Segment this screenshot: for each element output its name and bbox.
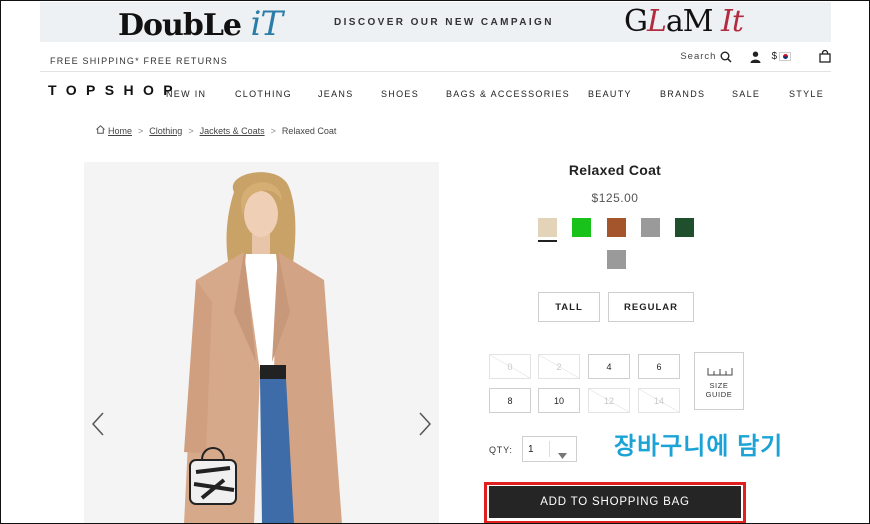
- size-option[interactable]: 8: [489, 388, 531, 413]
- size-option[interactable]: 0: [489, 354, 531, 379]
- topshop-logo[interactable]: TOPSHOP: [48, 82, 182, 98]
- nav-shoes[interactable]: SHOES: [381, 89, 419, 99]
- ruler-icon: [707, 368, 733, 376]
- color-swatch-grey-2[interactable]: [607, 250, 626, 269]
- nav-jeans[interactable]: JEANS: [318, 89, 354, 99]
- breadcrumb-separator: >: [188, 125, 194, 136]
- double-it-logo-text: DoubLe: [118, 8, 251, 43]
- home-icon[interactable]: [96, 125, 105, 136]
- color-swatch-camel[interactable]: [538, 218, 557, 237]
- glam-it-logo-it: It: [721, 4, 744, 39]
- utility-actions: Search $: [680, 50, 831, 63]
- product-photo: [84, 162, 439, 524]
- color-swatch-dark-green[interactable]: [675, 218, 694, 237]
- account-icon[interactable]: [750, 51, 761, 63]
- korea-flag-icon[interactable]: [779, 52, 791, 61]
- size-option[interactable]: 4: [588, 354, 630, 379]
- nav-style[interactable]: STYLE: [789, 89, 824, 99]
- product-title: Relaxed Coat: [568, 162, 662, 178]
- glam-it-logo-m: M: [682, 4, 722, 39]
- fit-regular-button[interactable]: REGULAR: [608, 292, 694, 322]
- qty-select[interactable]: 1: [522, 436, 577, 462]
- size-guide-line-2: GUIDE: [705, 390, 733, 399]
- search-label[interactable]: Search: [680, 51, 716, 62]
- qty-divider: [549, 441, 550, 457]
- size-guide-line-1: SIZE: [709, 381, 729, 390]
- glam-it-logo-a: a: [665, 4, 684, 39]
- color-swatch-rust[interactable]: [607, 218, 626, 237]
- color-swatch-green[interactable]: [572, 218, 591, 237]
- size-option[interactable]: 2: [538, 354, 580, 379]
- glam-it-logo-g: G: [624, 4, 648, 39]
- shipping-message[interactable]: FREE SHIPPING* FREE RETURNS: [50, 56, 228, 66]
- size-guide-label: SIZE GUIDE: [695, 381, 743, 399]
- glam-it-logo[interactable]: GLaM It: [624, 4, 744, 39]
- size-guide-button[interactable]: SIZE GUIDE: [694, 352, 744, 410]
- breadcrumb-home[interactable]: Home: [108, 126, 132, 136]
- campaign-link[interactable]: DISCOVER OUR NEW CAMPAIGN: [334, 17, 554, 28]
- product-price: $125.00: [591, 191, 639, 205]
- annotation-label: 장바구니에 담기: [614, 433, 784, 460]
- qty-value: 1: [528, 444, 534, 455]
- color-swatch-grey[interactable]: [641, 218, 660, 237]
- nav-beauty[interactable]: BEAUTY: [588, 89, 632, 99]
- main-nav: NEW IN CLOTHING JEANS SHOES BAGS & ACCES…: [166, 89, 826, 101]
- size-option[interactable]: 12: [588, 388, 630, 413]
- promo-banner[interactable]: DoubLe iT DISCOVER OUR NEW CAMPAIGN GLaM…: [40, 2, 831, 44]
- breadcrumb-jackets-coats[interactable]: Jackets & Coats: [200, 126, 265, 136]
- size-option[interactable]: 10: [538, 388, 580, 413]
- currency-label[interactable]: $: [771, 51, 777, 62]
- chevron-down-icon: [558, 446, 567, 464]
- product-gallery[interactable]: [84, 162, 439, 524]
- nav-new-in[interactable]: NEW IN: [166, 89, 206, 99]
- breadcrumb-clothing[interactable]: Clothing: [149, 126, 182, 136]
- double-it-logo[interactable]: DoubLe iT: [118, 4, 283, 44]
- size-option[interactable]: 6: [638, 354, 680, 379]
- double-it-logo-accent: iT: [250, 4, 283, 44]
- fit-tall-button[interactable]: TALL: [538, 292, 600, 322]
- search-icon[interactable]: [720, 51, 732, 63]
- shopping-bag-icon[interactable]: [819, 50, 831, 63]
- size-option[interactable]: 14: [638, 388, 680, 413]
- add-to-bag-button[interactable]: ADD TO SHOPPING BAG: [489, 486, 741, 518]
- selected-swatch-indicator: [538, 240, 557, 242]
- nav-sale[interactable]: SALE: [732, 89, 760, 99]
- nav-bags-accessories[interactable]: BAGS & ACCESSORIES: [446, 89, 570, 99]
- breadcrumb-separator: >: [138, 125, 144, 136]
- nav-brands[interactable]: BRANDS: [660, 89, 705, 99]
- breadcrumb-current: Relaxed Coat: [281, 125, 337, 136]
- gallery-next-arrow-icon[interactable]: [419, 412, 432, 436]
- gallery-prev-arrow-icon[interactable]: [91, 412, 104, 436]
- glam-it-logo-l: L: [646, 4, 667, 39]
- qty-label: QTY:: [489, 445, 513, 455]
- utility-bar: FREE SHIPPING* FREE RETURNS Search $: [40, 46, 831, 72]
- breadcrumb-separator: >: [270, 125, 276, 136]
- breadcrumb: Home > Clothing > Jackets & Coats > Rela…: [96, 125, 336, 136]
- nav-clothing[interactable]: CLOTHING: [235, 89, 292, 99]
